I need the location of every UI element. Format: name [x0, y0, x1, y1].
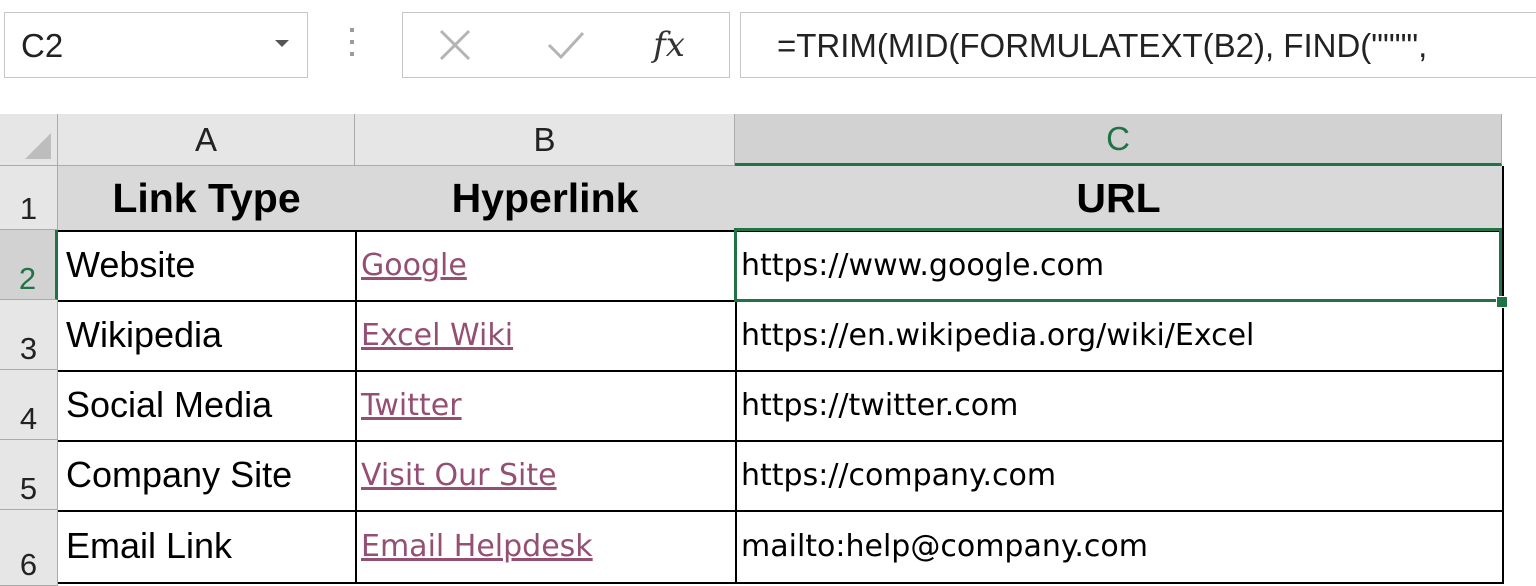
chevron-down-icon[interactable]	[275, 40, 289, 47]
row-header-6[interactable]: 6	[0, 510, 58, 586]
row-header-5[interactable]: 5	[0, 440, 58, 510]
header-cell-link-type[interactable]: Link Type	[58, 166, 357, 232]
formula-input[interactable]: =TRIM(MID(FORMULATEXT(B2), FIND("""",	[740, 12, 1536, 78]
insert-function-button[interactable]: fx	[639, 23, 699, 67]
cell-link-type[interactable]: Company Site	[58, 440, 357, 512]
cell-link-type[interactable]: Social Media	[58, 370, 357, 442]
column-header-c[interactable]: C	[735, 114, 1502, 166]
cell-url[interactable]: mailto:help@company.com	[735, 510, 1504, 584]
fill-handle[interactable]	[1496, 296, 1508, 308]
cell-url[interactable]: https://twitter.com	[735, 370, 1504, 442]
row-header-1[interactable]: 1	[0, 166, 58, 230]
formula-buttons: fx	[402, 12, 730, 78]
hyperlink-cell[interactable]: Twitter	[355, 370, 737, 442]
cell-link-type[interactable]: Wikipedia	[58, 300, 357, 372]
column-header-b[interactable]: B	[355, 114, 735, 166]
formula-text: =TRIM(MID(FORMULATEXT(B2), FIND("""",	[777, 27, 1428, 64]
cell-url[interactable]: https://company.com	[735, 440, 1504, 512]
hyperlink-cell[interactable]: Visit Our Site	[355, 440, 737, 512]
name-box-value: C2	[21, 27, 64, 64]
cell-link-type[interactable]: Website	[58, 230, 357, 302]
fx-icon: fx	[653, 25, 685, 65]
enter-checkmark-icon[interactable]	[535, 23, 595, 67]
name-box[interactable]: C2	[4, 12, 308, 78]
row-header-4[interactable]: 4	[0, 370, 58, 440]
row-header-2[interactable]: 2	[0, 230, 58, 300]
header-cell-hyperlink[interactable]: Hyperlink	[355, 166, 737, 232]
hyperlink-cell[interactable]: Excel Wiki	[355, 300, 737, 372]
column-header-a[interactable]: A	[58, 114, 355, 166]
row-header-3[interactable]: 3	[0, 300, 58, 370]
select-all-button[interactable]	[0, 114, 58, 166]
formula-bar-grip-icon[interactable]	[348, 28, 356, 64]
header-cell-url[interactable]: URL	[735, 166, 1504, 232]
cancel-icon[interactable]	[425, 23, 485, 67]
cell-url[interactable]: https://en.wikipedia.org/wiki/Excel	[735, 300, 1504, 372]
hyperlink-cell[interactable]: Email Helpdesk	[355, 510, 737, 584]
hyperlink-cell[interactable]: Google	[355, 230, 737, 302]
formula-bar-area: C2 fx =TRIM(MID(FORMULATEXT(B2), FIND(""…	[0, 0, 1536, 108]
cell-link-type[interactable]: Email Link	[58, 510, 357, 584]
cell-url[interactable]: https://www.google.com	[735, 230, 1504, 302]
select-all-triangle-icon	[25, 133, 51, 159]
